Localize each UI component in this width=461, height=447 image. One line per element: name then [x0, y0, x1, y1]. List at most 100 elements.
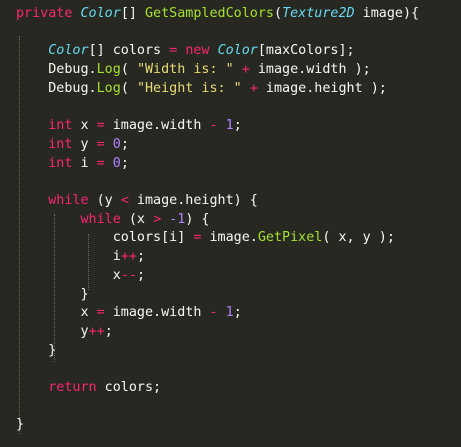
- code-token: int: [48, 118, 73, 134]
- code-token: =: [96, 118, 105, 134]
- code-token: image.: [201, 230, 258, 246]
- code-token: private: [16, 6, 73, 21]
- code-token: image.height );: [257, 80, 387, 96]
- code-line: x--;: [16, 267, 145, 285]
- code-token: return: [48, 380, 97, 395]
- code-token: (x: [120, 211, 154, 227]
- code-line: while (y < image.height) {: [16, 192, 258, 210]
- code-token: y: [16, 323, 89, 339]
- code-token: -1: [169, 211, 186, 227]
- code-token: ( x, y );: [322, 230, 395, 246]
- code-token: Log: [96, 80, 121, 96]
- code-token: ;: [233, 118, 242, 134]
- code-token: Color: [217, 43, 258, 59]
- code-line: while (x > -1) {: [16, 211, 210, 229]
- code-line: int x = image.width - 1;: [16, 117, 242, 135]
- code-token: -: [209, 118, 218, 134]
- code-token: y: [72, 136, 97, 152]
- code-token: i: [16, 249, 121, 265]
- code-line: x = image.width - 1;: [16, 304, 242, 322]
- code-token: while: [48, 193, 89, 208]
- code-token: ;: [136, 267, 145, 283]
- code-token: "Width is: ": [136, 62, 234, 78]
- code-token: --: [120, 267, 137, 283]
- code-line: y++;: [16, 323, 113, 341]
- code-token: ++: [120, 249, 137, 265]
- code-token: while: [80, 211, 121, 227]
- code-token: colors;: [96, 380, 162, 395]
- code-token: image.width: [104, 305, 210, 321]
- code-token: image.height) {: [128, 193, 258, 208]
- code-token: colors[i]: [16, 230, 194, 246]
- code-token: Debug.: [16, 80, 97, 96]
- code-line: colors[i] = image.GetPixel( x, y );: [16, 229, 395, 247]
- code-token: <: [120, 193, 129, 208]
- code-token: int: [48, 136, 73, 152]
- code-line: int y = 0;: [16, 136, 129, 154]
- code-token: int: [48, 155, 73, 171]
- code-token: ) {: [185, 211, 210, 227]
- code-token: x: [16, 305, 97, 321]
- code-token: image){: [354, 6, 420, 21]
- code-token: 0: [112, 136, 121, 152]
- code-token: 1: [225, 118, 234, 134]
- code-editor[interactable]: private Color[] GetSampledColors(Texture…: [0, 0, 461, 447]
- code-token: ;: [136, 249, 145, 265]
- code-token: ;: [104, 323, 113, 339]
- code-token: GetPixel: [257, 230, 323, 246]
- code-token: (y: [88, 193, 121, 208]
- code-line: Debug.Log( "Width is: " + image.width );: [16, 61, 371, 79]
- code-token: [] colors: [88, 43, 170, 59]
- code-token: "Height is: ": [136, 80, 242, 96]
- code-token: +: [241, 62, 250, 78]
- code-token: >: [153, 211, 162, 227]
- code-token: i: [72, 155, 97, 171]
- code-token: Color: [48, 43, 89, 59]
- code-token: }: [16, 286, 89, 302]
- code-token: 0: [112, 155, 121, 171]
- code-line: i++;: [16, 248, 145, 266]
- code-token: =: [96, 305, 105, 321]
- code-token: }: [16, 417, 25, 433]
- code-token: }: [16, 342, 57, 358]
- code-token: Texture2D: [282, 6, 355, 21]
- code-line: Debug.Log( "Height is: " + image.height …: [16, 80, 387, 98]
- code-token: (: [120, 62, 137, 78]
- code-token: ++: [88, 323, 105, 339]
- code-token: ;: [120, 136, 129, 152]
- code-line: int i = 0;: [16, 155, 129, 173]
- code-token: x: [16, 267, 121, 283]
- code-line: }: [16, 416, 24, 434]
- code-token: ;: [233, 305, 242, 321]
- code-line: }: [16, 342, 56, 360]
- code-token: -: [209, 305, 218, 321]
- code-line: return colors;: [16, 379, 161, 397]
- code-token: Log: [96, 62, 121, 78]
- code-token: [maxColors];: [257, 43, 355, 59]
- code-token: ;: [120, 155, 129, 171]
- code-line: Color[] colors = new Color[maxColors];: [16, 42, 355, 60]
- code-token: (: [274, 6, 283, 21]
- code-token: (: [120, 80, 137, 96]
- code-line: private Color[] GetSampledColors(Texture…: [16, 5, 419, 23]
- code-token: =: [96, 136, 105, 152]
- code-token: image.width: [104, 118, 210, 134]
- code-token: GetSampledColors: [145, 6, 274, 21]
- code-token: 1: [225, 305, 234, 321]
